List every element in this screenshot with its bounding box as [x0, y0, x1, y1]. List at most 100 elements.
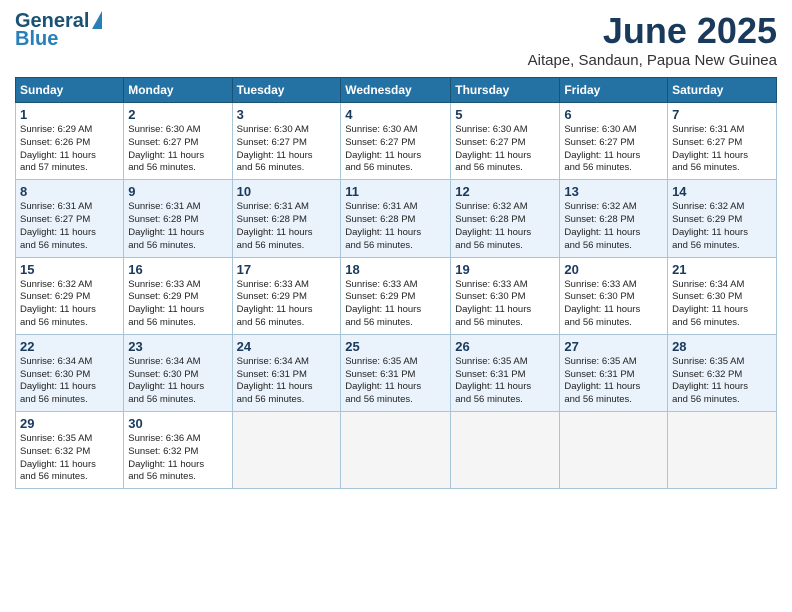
day-number: 12 — [455, 184, 555, 199]
day-number: 30 — [128, 416, 227, 431]
calendar-cell: 8Sunrise: 6:31 AM Sunset: 6:27 PM Daylig… — [16, 180, 124, 257]
day-info: Sunrise: 6:34 AM Sunset: 6:30 PM Dayligh… — [20, 356, 119, 407]
logo-text-blue: Blue — [15, 28, 58, 50]
calendar-cell: 24 Sunrise: 6:34 AM Sunset: 6:31 PM Dayli… — [232, 334, 341, 411]
calendar-cell: 6 Sunrise: 6:30 AM Sunset: 6:27 PM Daylig… — [560, 103, 668, 180]
day-info: Sunrise: 6:31 AM Sunset: 6:27 PM Dayligh… — [20, 201, 119, 252]
logo-triangle-icon — [92, 11, 102, 29]
header-row: SundayMondayTuesdayWednesdayThursdayFrid… — [16, 78, 777, 103]
header-day-thursday: Thursday — [451, 78, 560, 103]
calendar-cell: 15Sunrise: 6:32 AM Sunset: 6:29 PM Dayli… — [16, 257, 124, 334]
calendar-cell: 17Sunrise: 6:33 AM Sunset: 6:29 PM Dayli… — [232, 257, 341, 334]
day-number: 28 — [672, 339, 772, 354]
day-info: Sunrise: 6:35 AM Sunset: 6:31 PM Dayligh… — [564, 356, 663, 407]
calendar-cell: 30 Sunrise: 6:36 AM Sunset: 6:32 PM Dayli… — [124, 412, 232, 489]
calendar-cell: 20 Sunrise: 6:33 AM Sunset: 6:30 PM Dayli… — [560, 257, 668, 334]
day-info: Sunrise: 6:35 AM Sunset: 6:32 PM Dayligh… — [672, 356, 772, 407]
day-info: Sunrise: 6:30 AM Sunset: 6:27 PM Dayligh… — [128, 124, 227, 175]
day-info: Sunrise: 6:33 AM Sunset: 6:29 PM Dayligh… — [237, 279, 337, 330]
calendar-cell: 2 Sunrise: 6:30 AM Sunset: 6:27 PM Daylig… — [124, 103, 232, 180]
day-number: 1 — [20, 107, 119, 122]
day-info: Sunrise: 6:36 AM Sunset: 6:32 PM Dayligh… — [128, 433, 227, 484]
day-info: Sunrise: 6:32 AM Sunset: 6:28 PM Dayligh… — [564, 201, 663, 252]
day-number: 19 — [455, 262, 555, 277]
header-day-saturday: Saturday — [668, 78, 777, 103]
calendar-cell: 18 Sunrise: 6:33 AM Sunset: 6:29 PM Dayli… — [341, 257, 451, 334]
day-number: 11 — [345, 184, 446, 199]
calendar-cell: 5Sunrise: 6:30 AM Sunset: 6:27 PM Daylig… — [451, 103, 560, 180]
calendar-cell: 1 Sunrise: 6:29 AM Sunset: 6:26 PM Daylig… — [16, 103, 124, 180]
header-day-sunday: Sunday — [16, 78, 124, 103]
day-info: Sunrise: 6:32 AM Sunset: 6:28 PM Dayligh… — [455, 201, 555, 252]
calendar-cell — [341, 412, 451, 489]
calendar-cell: 9Sunrise: 6:31 AM Sunset: 6:28 PM Daylig… — [124, 180, 232, 257]
calendar-cell: 14 Sunrise: 6:32 AM Sunset: 6:29 PM Dayli… — [668, 180, 777, 257]
calendar-cell: 22Sunrise: 6:34 AM Sunset: 6:30 PM Dayli… — [16, 334, 124, 411]
day-info: Sunrise: 6:29 AM Sunset: 6:26 PM Dayligh… — [20, 124, 119, 175]
calendar-cell: 29Sunrise: 6:35 AM Sunset: 6:32 PM Dayli… — [16, 412, 124, 489]
title-block: June 2025 Aitape, Sandaun, Papua New Gui… — [528, 10, 777, 69]
calendar-table: SundayMondayTuesdayWednesdayThursdayFrid… — [15, 77, 777, 489]
day-info: Sunrise: 6:31 AM Sunset: 6:27 PM Dayligh… — [672, 124, 772, 175]
day-info: Sunrise: 6:34 AM Sunset: 6:30 PM Dayligh… — [672, 279, 772, 330]
header: General Blue June 2025 Aitape, Sandaun, … — [15, 10, 777, 69]
calendar-cell: 4 Sunrise: 6:30 AM Sunset: 6:27 PM Daylig… — [341, 103, 451, 180]
day-info: Sunrise: 6:35 AM Sunset: 6:31 PM Dayligh… — [455, 356, 555, 407]
month-title: June 2025 — [528, 10, 777, 52]
page: General Blue June 2025 Aitape, Sandaun, … — [0, 0, 792, 612]
header-day-friday: Friday — [560, 78, 668, 103]
day-number: 4 — [345, 107, 446, 122]
calendar-week-4: 29Sunrise: 6:35 AM Sunset: 6:32 PM Dayli… — [16, 412, 777, 489]
calendar-week-1: 8Sunrise: 6:31 AM Sunset: 6:27 PM Daylig… — [16, 180, 777, 257]
calendar-cell — [668, 412, 777, 489]
calendar-cell: 26Sunrise: 6:35 AM Sunset: 6:31 PM Dayli… — [451, 334, 560, 411]
day-info: Sunrise: 6:30 AM Sunset: 6:27 PM Dayligh… — [564, 124, 663, 175]
calendar-cell — [232, 412, 341, 489]
day-info: Sunrise: 6:33 AM Sunset: 6:29 PM Dayligh… — [128, 279, 227, 330]
day-number: 2 — [128, 107, 227, 122]
calendar-cell: 10 Sunrise: 6:31 AM Sunset: 6:28 PM Dayli… — [232, 180, 341, 257]
day-number: 25 — [345, 339, 446, 354]
calendar-cell: 3Sunrise: 6:30 AM Sunset: 6:27 PM Daylig… — [232, 103, 341, 180]
calendar-cell: 28 Sunrise: 6:35 AM Sunset: 6:32 PM Dayli… — [668, 334, 777, 411]
day-info: Sunrise: 6:32 AM Sunset: 6:29 PM Dayligh… — [672, 201, 772, 252]
day-info: Sunrise: 6:31 AM Sunset: 6:28 PM Dayligh… — [345, 201, 446, 252]
day-number: 16 — [128, 262, 227, 277]
calendar-body: 1 Sunrise: 6:29 AM Sunset: 6:26 PM Daylig… — [16, 103, 777, 489]
calendar-header: SundayMondayTuesdayWednesdayThursdayFrid… — [16, 78, 777, 103]
day-info: Sunrise: 6:33 AM Sunset: 6:29 PM Dayligh… — [345, 279, 446, 330]
day-number: 9 — [128, 184, 227, 199]
calendar-week-3: 22Sunrise: 6:34 AM Sunset: 6:30 PM Dayli… — [16, 334, 777, 411]
calendar-cell: 23Sunrise: 6:34 AM Sunset: 6:30 PM Dayli… — [124, 334, 232, 411]
day-number: 24 — [237, 339, 337, 354]
day-number: 15 — [20, 262, 119, 277]
day-number: 6 — [564, 107, 663, 122]
day-info: Sunrise: 6:33 AM Sunset: 6:30 PM Dayligh… — [564, 279, 663, 330]
day-number: 3 — [237, 107, 337, 122]
day-number: 20 — [564, 262, 663, 277]
calendar-cell: 7 Sunrise: 6:31 AM Sunset: 6:27 PM Daylig… — [668, 103, 777, 180]
day-number: 23 — [128, 339, 227, 354]
day-number: 29 — [20, 416, 119, 431]
day-number: 10 — [237, 184, 337, 199]
calendar-week-2: 15Sunrise: 6:32 AM Sunset: 6:29 PM Dayli… — [16, 257, 777, 334]
day-number: 21 — [672, 262, 772, 277]
calendar-cell: 25Sunrise: 6:35 AM Sunset: 6:31 PM Dayli… — [341, 334, 451, 411]
calendar-week-0: 1 Sunrise: 6:29 AM Sunset: 6:26 PM Daylig… — [16, 103, 777, 180]
calendar-cell: 11 Sunrise: 6:31 AM Sunset: 6:28 PM Dayli… — [341, 180, 451, 257]
day-number: 7 — [672, 107, 772, 122]
day-number: 14 — [672, 184, 772, 199]
day-number: 5 — [455, 107, 555, 122]
day-info: Sunrise: 6:31 AM Sunset: 6:28 PM Dayligh… — [237, 201, 337, 252]
day-info: Sunrise: 6:30 AM Sunset: 6:27 PM Dayligh… — [345, 124, 446, 175]
calendar-cell — [560, 412, 668, 489]
header-day-tuesday: Tuesday — [232, 78, 341, 103]
calendar-cell: 21 Sunrise: 6:34 AM Sunset: 6:30 PM Dayli… — [668, 257, 777, 334]
logo: General Blue — [15, 10, 102, 50]
calendar-cell: 12 Sunrise: 6:32 AM Sunset: 6:28 PM Dayli… — [451, 180, 560, 257]
subtitle: Aitape, Sandaun, Papua New Guinea — [528, 52, 777, 69]
calendar-cell: 27Sunrise: 6:35 AM Sunset: 6:31 PM Dayli… — [560, 334, 668, 411]
day-number: 18 — [345, 262, 446, 277]
day-info: Sunrise: 6:34 AM Sunset: 6:31 PM Dayligh… — [237, 356, 337, 407]
calendar-cell: 16 Sunrise: 6:33 AM Sunset: 6:29 PM Dayli… — [124, 257, 232, 334]
